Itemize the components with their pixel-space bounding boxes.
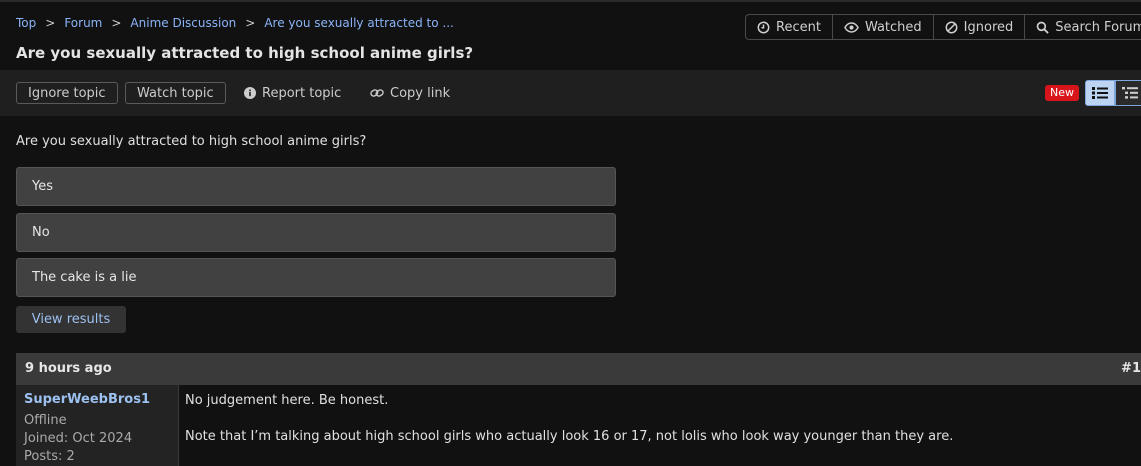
- nav-search-label: Search Forum: [1055, 19, 1141, 35]
- breadcrumb-top[interactable]: Top: [16, 16, 36, 30]
- nav-ignored[interactable]: Ignored: [934, 15, 1026, 39]
- post-header: 9 hours ago #1: [16, 353, 1141, 385]
- poll-option-cake[interactable]: The cake is a lie: [16, 258, 616, 297]
- top-border: [0, 0, 1141, 2]
- eye-icon: [844, 21, 859, 33]
- author-status: Offline: [24, 413, 67, 428]
- view-results-button[interactable]: View results: [16, 306, 126, 333]
- ignore-topic-button[interactable]: Ignore topic: [16, 82, 118, 104]
- copy-link-label: Copy link: [390, 85, 451, 101]
- list-icon: [1092, 87, 1108, 99]
- copy-link-button[interactable]: Copy link: [370, 82, 450, 104]
- threaded-list-icon: [1122, 87, 1138, 99]
- info-icon: [244, 87, 256, 99]
- author-joined-date: Joined: Oct 2024: [24, 431, 133, 446]
- breadcrumb-anime-discussion[interactable]: Anime Discussion: [130, 16, 236, 30]
- nav-recent-label: Recent: [776, 19, 821, 35]
- author-post-count: Posts: 2: [24, 449, 75, 464]
- post-author-name[interactable]: SuperWeebBros1: [24, 392, 150, 407]
- clock-icon: [757, 21, 770, 33]
- post-number-link[interactable]: #1: [1121, 361, 1141, 376]
- breadcrumb-separator: >: [45, 16, 56, 30]
- nav-watched[interactable]: Watched: [833, 15, 934, 39]
- topic-toolbar: Ignore topic Watch topic Report topic Co…: [0, 70, 1141, 116]
- post-timestamp: 9 hours ago: [25, 361, 112, 376]
- post-body-line: No judgement here. Be honest.: [185, 393, 389, 408]
- post-author-panel: SuperWeebBros1 Offline Joined: Oct 2024 …: [16, 385, 179, 466]
- poll-option-yes[interactable]: Yes: [16, 167, 616, 206]
- breadcrumb-separator: >: [111, 16, 122, 30]
- list-view-button[interactable]: [1085, 80, 1115, 106]
- search-icon: [1036, 21, 1049, 34]
- nav-search-forum[interactable]: Search Forum: [1025, 15, 1141, 39]
- poll-question: Are you sexually attracted to high schoo…: [16, 134, 367, 149]
- nav-watched-label: Watched: [864, 19, 922, 35]
- threaded-view-button[interactable]: [1115, 80, 1141, 106]
- nav-recent[interactable]: Recent: [746, 15, 833, 39]
- breadcrumb-forum[interactable]: Forum: [64, 16, 102, 30]
- breadcrumb-current-topic[interactable]: Are you sexually attracted to ...: [264, 16, 453, 30]
- top-navigation: Recent Watched Ignored Search Forum: [745, 14, 1141, 40]
- watch-topic-button[interactable]: Watch topic: [125, 82, 226, 104]
- link-icon: [370, 89, 384, 97]
- new-badge: New: [1045, 85, 1079, 101]
- poll-option-no[interactable]: No: [16, 213, 616, 252]
- report-topic-button[interactable]: Report topic: [244, 82, 341, 104]
- ban-icon: [945, 21, 958, 33]
- nav-ignored-label: Ignored: [963, 19, 1014, 35]
- breadcrumb: Top > Forum > Anime Discussion > Are you…: [16, 16, 454, 30]
- post-body-line: Note that I’m talking about high school …: [185, 429, 954, 444]
- page-title: Are you sexually attracted to high schoo…: [16, 44, 474, 62]
- breadcrumb-separator: >: [245, 16, 256, 30]
- report-topic-label: Report topic: [262, 85, 342, 101]
